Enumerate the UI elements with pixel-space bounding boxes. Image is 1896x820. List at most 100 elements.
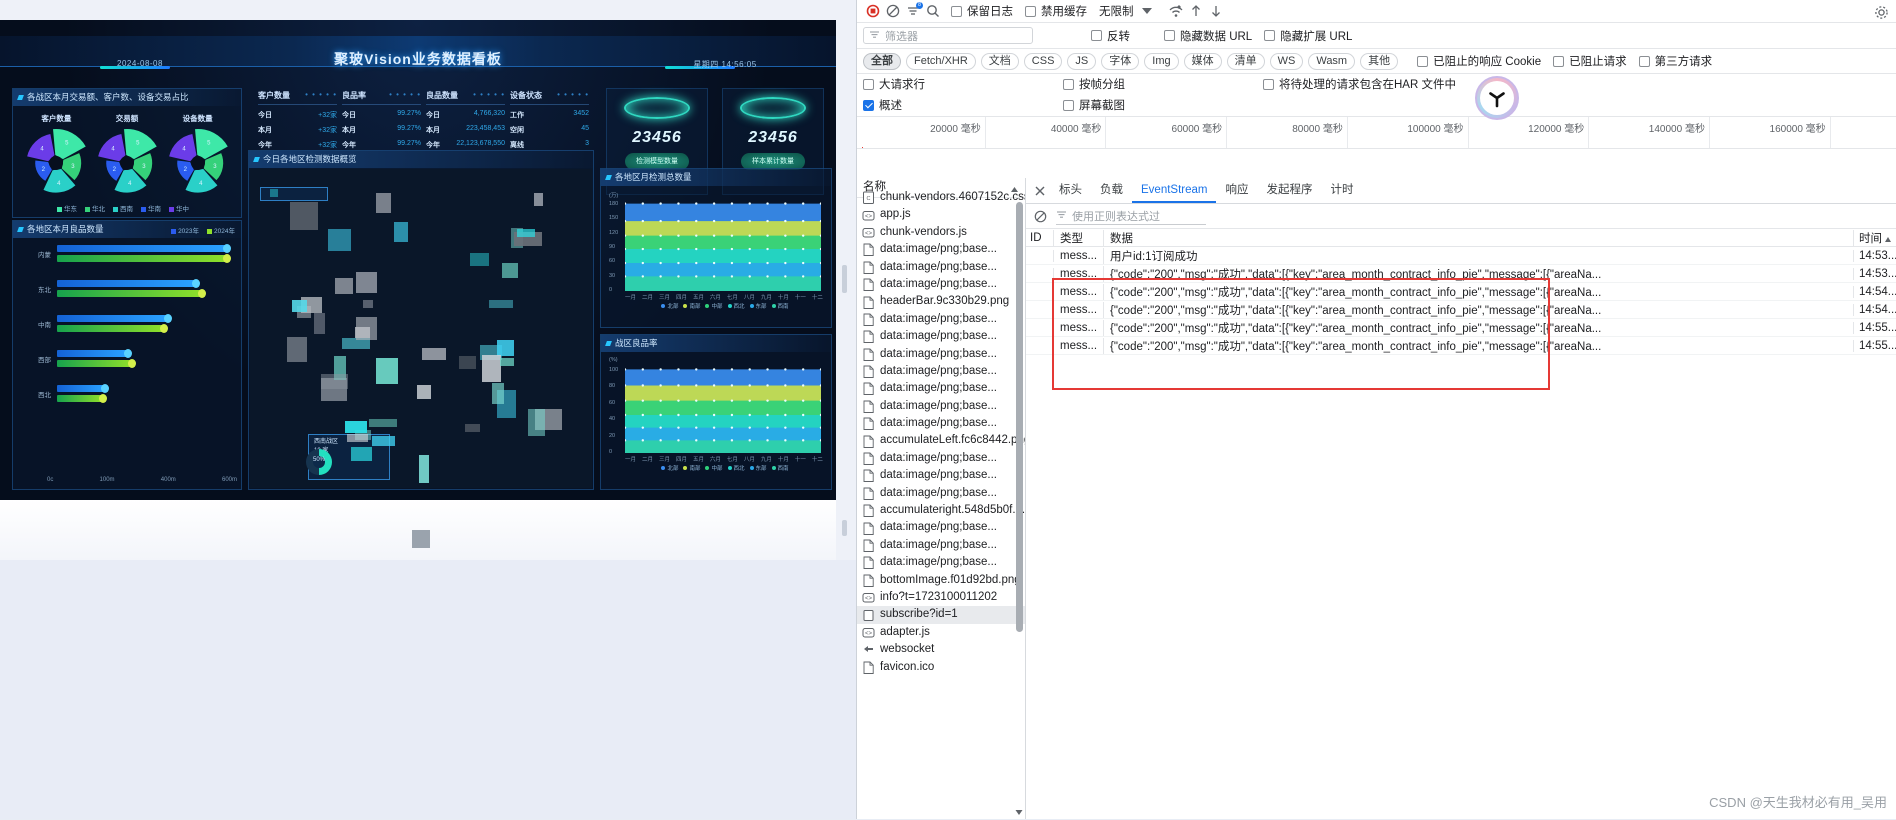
request-list-item[interactable]: data:image/png;base... <box>857 259 1025 276</box>
area-legend-item[interactable]: 南部 <box>683 302 700 310</box>
detail-tab-5[interactable]: 计时 <box>1321 178 1362 203</box>
col-time[interactable]: 时间 <box>1853 229 1896 246</box>
request-list-item[interactable]: headerBar.9c330b29.png <box>857 293 1025 310</box>
request-list-item[interactable]: data:image/png;base... <box>857 537 1025 554</box>
type-chip-11[interactable]: 其他 <box>1360 52 1399 70</box>
request-list-item[interactable]: data:image/png;base... <box>857 519 1025 536</box>
request-state-checkbox-0[interactable]: 已阻止的响应 Cookie <box>1417 53 1541 69</box>
overview-checkbox[interactable]: 概述 <box>863 97 902 113</box>
eventstream-row[interactable]: mess... {"code":"200","msg":"成功","data":[… <box>1026 265 1896 283</box>
request-list-body[interactable]: Cchunk-vendors.4607152c.css <> app.js <> chu… <box>857 189 1025 819</box>
request-list-item[interactable]: data:image/png;base... <box>857 467 1025 484</box>
area-legend-item[interactable]: 东部 <box>749 464 767 472</box>
scroll-down-arrow-icon[interactable] <box>1014 807 1024 817</box>
area-legend-item[interactable]: 西南 <box>771 464 789 472</box>
hide-ext-urls-checkbox[interactable]: 隐藏扩展 URL <box>1264 28 1352 44</box>
import-har-icon[interactable] <box>1186 2 1206 20</box>
record-stop-icon[interactable] <box>863 2 883 20</box>
request-list-item[interactable]: data:image/png;base... <box>857 311 1025 328</box>
area-legend-item[interactable]: 中部 <box>705 464 723 472</box>
bar-legend-item-0[interactable]: 2023年 <box>171 228 199 235</box>
area-legend-item[interactable]: 南部 <box>683 464 700 472</box>
eventstream-row[interactable]: mess... {"code":"200","msg":"成功","data":[… <box>1026 337 1896 355</box>
gear-icon[interactable] <box>1871 3 1891 21</box>
request-list-scrollbar[interactable] <box>1016 202 1023 632</box>
detail-tab-2[interactable]: EventStream <box>1132 178 1217 203</box>
area-legend-item[interactable]: 东部 <box>749 302 767 310</box>
request-list-item[interactable]: data:image/png;base... <box>857 380 1025 397</box>
request-list-item[interactable]: data:image/png;base... <box>857 554 1025 571</box>
request-list-item[interactable]: data:image/png;base... <box>857 276 1025 293</box>
rose-legend-item-1[interactable]: 华北 <box>85 206 105 213</box>
filter-icon[interactable]: 8 <box>903 2 923 20</box>
invert-checkbox[interactable]: 反转 <box>1091 28 1130 44</box>
type-chip-3[interactable]: CSS <box>1023 52 1063 70</box>
request-state-checkbox-1[interactable]: 已阻止请求 <box>1553 53 1627 69</box>
china-map[interactable]: 西南战区 10 家 50% <box>250 169 592 488</box>
detail-tab-3[interactable]: 响应 <box>1216 178 1257 203</box>
request-state-checkbox-2[interactable]: 第三方请求 <box>1638 53 1712 69</box>
eventstream-row[interactable]: mess... {"code":"200","msg":"成功","data":[… <box>1026 283 1896 301</box>
rose-legend-item-3[interactable]: 华南 <box>141 206 161 213</box>
disable-cache-checkbox[interactable]: 禁用缓存 <box>1025 3 1087 19</box>
request-list-item[interactable]: data:image/png;base... <box>857 485 1025 502</box>
throttling-select[interactable]: 无限制 <box>1099 3 1152 19</box>
big-request-rows-checkbox[interactable]: 大请求行 <box>863 76 925 92</box>
request-list-item[interactable]: bottomImage.f01d92bd.png <box>857 572 1025 589</box>
request-list-item[interactable]: data:image/png;base... <box>857 415 1025 432</box>
type-chip-10[interactable]: Wasm <box>1308 52 1356 70</box>
type-chip-6[interactable]: Img <box>1144 52 1179 70</box>
area-legend-item[interactable]: 中部 <box>705 302 723 310</box>
col-id[interactable]: ID <box>1026 232 1053 244</box>
network-overview-timeline[interactable]: 20000 毫秒 40000 毫秒 60000 毫秒 80000 毫秒 100000 毫… <box>857 116 1896 149</box>
request-list-item[interactable]: data:image/png;base... <box>857 450 1025 467</box>
hide-data-urls-checkbox[interactable]: 隐藏数据 URL <box>1164 28 1252 44</box>
close-icon[interactable] <box>1030 182 1050 200</box>
request-list-item[interactable]: websocket <box>857 641 1025 658</box>
screenshot-checkbox[interactable]: 屏幕截图 <box>1063 97 1125 113</box>
panel-resize-grip-2[interactable] <box>842 520 847 536</box>
request-list-item[interactable]: <> info?t=1723100011202 <box>857 589 1025 606</box>
eventstream-row[interactable]: mess... 用户id:1订阅成功 14:53... <box>1026 247 1896 265</box>
type-chip-0[interactable]: 全部 <box>863 52 901 70</box>
rose-legend-item-0[interactable]: 华东 <box>57 206 77 213</box>
request-list-item[interactable]: <> app.js <box>857 206 1025 223</box>
request-list-item[interactable]: <> chunk-vendors.js <box>857 224 1025 241</box>
request-list-item[interactable]: data:image/png;base... <box>857 346 1025 363</box>
request-list-item[interactable]: favicon.ico <box>857 659 1025 676</box>
type-chip-1[interactable]: Fetch/XHR <box>906 52 976 70</box>
request-list-item[interactable]: Cchunk-vendors.4607152c.css <box>857 189 1025 206</box>
area-legend-item[interactable]: 北部 <box>661 302 678 310</box>
type-chip-9[interactable]: WS <box>1269 52 1304 70</box>
detail-tab-1[interactable]: 负载 <box>1091 178 1132 203</box>
col-data[interactable]: 数据 <box>1103 229 1853 246</box>
eventstream-row[interactable]: mess... {"code":"200","msg":"成功","data":[… <box>1026 301 1896 319</box>
type-chip-5[interactable]: 字体 <box>1101 52 1140 70</box>
clear-icon[interactable] <box>883 2 903 20</box>
request-list-item[interactable]: <> adapter.js <box>857 624 1025 641</box>
detail-tab-4[interactable]: 发起程序 <box>1257 178 1321 203</box>
col-type[interactable]: 类型 <box>1053 229 1103 246</box>
clear-filter-icon[interactable] <box>1030 207 1050 225</box>
include-pending-har-checkbox[interactable]: 将待处理的请求包含在HAR 文件中 <box>1263 76 1456 92</box>
area-legend-item[interactable]: 西北 <box>727 464 745 472</box>
area-legend-item[interactable]: 北部 <box>661 464 678 472</box>
request-list-item[interactable]: accumulateright.548d5b0f.p... <box>857 502 1025 519</box>
request-list-item[interactable]: data:image/png;base... <box>857 241 1025 258</box>
eventstream-row[interactable]: mess... {"code":"200","msg":"成功","data":[… <box>1026 319 1896 337</box>
rose-legend-item-2[interactable]: 西南 <box>113 206 133 213</box>
network-conditions-icon[interactable] <box>1166 2 1186 20</box>
request-list-item[interactable]: subscribe?id=1 <box>857 606 1025 624</box>
type-chip-7[interactable]: 媒体 <box>1183 52 1222 70</box>
group-by-frame-checkbox[interactable]: 按帧分组 <box>1063 76 1125 92</box>
request-list-item[interactable]: data:image/png;base... <box>857 328 1025 345</box>
rose-legend-item-4[interactable]: 华中 <box>169 206 189 213</box>
search-icon[interactable] <box>923 2 943 20</box>
preserve-log-checkbox[interactable]: 保留日志 <box>951 3 1013 19</box>
request-list-item[interactable]: accumulateLeft.fc6c8442.png <box>857 432 1025 449</box>
area-legend-item[interactable]: 西北 <box>727 302 745 310</box>
filter-input[interactable]: 筛选器 <box>863 27 1033 44</box>
bar-legend-item-1[interactable]: 2024年 <box>207 228 235 235</box>
request-list-item[interactable]: data:image/png;base... <box>857 398 1025 415</box>
regex-filter-input[interactable]: 使用正则表达式过 <box>1056 208 1206 225</box>
